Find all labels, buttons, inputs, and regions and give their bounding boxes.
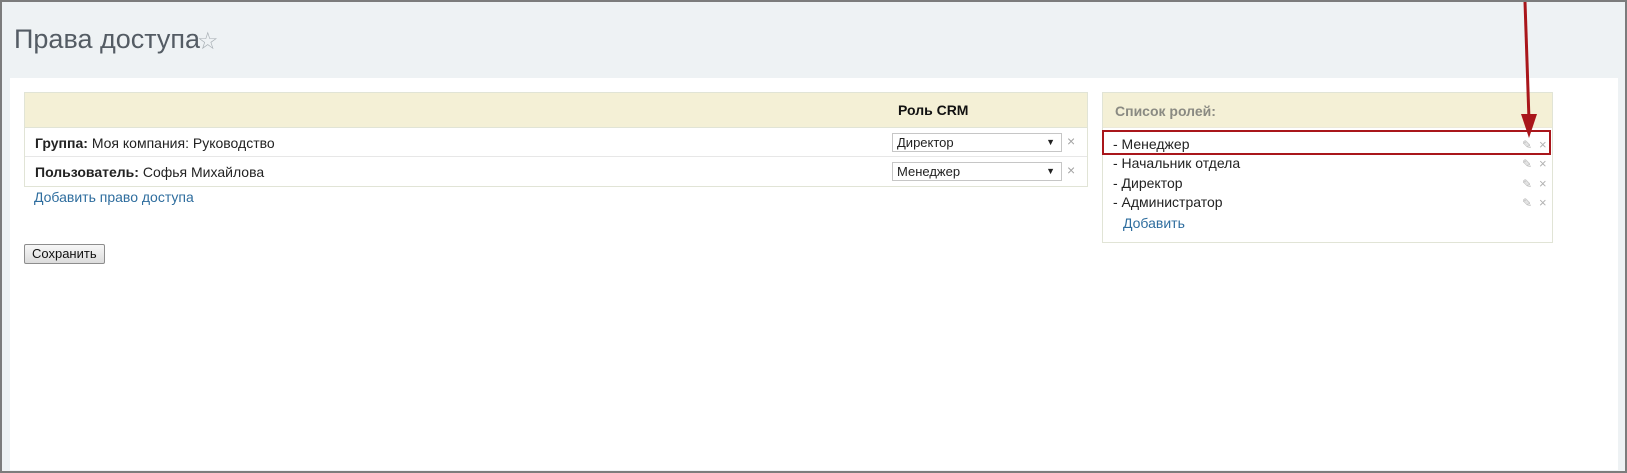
pencil-icon[interactable]: ✎ xyxy=(1522,177,1532,191)
title-bar: Права доступа ☆ xyxy=(2,2,1625,76)
close-icon[interactable]: × xyxy=(1539,156,1547,171)
role-select-value: Директор xyxy=(897,135,954,150)
roles-list-header: Список ролей: xyxy=(1103,93,1552,128)
workarea: Роль CRM Группа: Моя компания: Руководст… xyxy=(10,78,1618,470)
access-subject: Пользователь: Софья Михайлова xyxy=(35,164,264,180)
role-name: - Администратор xyxy=(1113,194,1223,210)
remove-icon[interactable]: × xyxy=(1067,162,1075,178)
close-icon[interactable]: × xyxy=(1539,195,1547,210)
access-rights-header: Роль CRM xyxy=(25,93,1087,128)
subject-name: Софья Михайлова xyxy=(142,164,265,180)
add-access-right-link[interactable]: Добавить право доступа xyxy=(34,189,194,205)
dropdown-arrow-icon: ▼ xyxy=(1046,137,1055,147)
window-frame: Права доступа ☆ Роль CRM Группа: Моя ком… xyxy=(0,0,1627,473)
roles-list-title: Список ролей: xyxy=(1115,103,1216,119)
subject-type: Пользователь: xyxy=(35,164,139,180)
save-button[interactable]: Сохранить xyxy=(24,244,105,264)
roles-list-panel: Список ролей: - Менеджер ✎ × - Начальник… xyxy=(1102,92,1553,243)
list-item-role: - Директор ✎ × xyxy=(1103,174,1554,194)
pencil-icon[interactable]: ✎ xyxy=(1522,157,1532,171)
list-item-role: - Администратор ✎ × xyxy=(1103,193,1554,213)
subject-name: Моя компания: Руководство xyxy=(91,135,275,151)
role-select[interactable]: Менеджер ▼ xyxy=(892,162,1062,181)
access-rights-table: Роль CRM Группа: Моя компания: Руководст… xyxy=(24,92,1088,187)
pointer-arrow-annotation-icon xyxy=(1521,2,1537,138)
pencil-icon[interactable]: ✎ xyxy=(1522,196,1532,210)
role-column-header: Роль CRM xyxy=(898,102,969,118)
table-row: Пользователь: Софья Михайлова Менеджер ▼… xyxy=(25,157,1087,186)
close-icon[interactable]: × xyxy=(1539,176,1547,191)
role-name: - Начальник отдела xyxy=(1113,155,1241,171)
list-item-role: - Начальник отдела ✎ × xyxy=(1103,154,1554,174)
page-title: Права доступа xyxy=(14,24,201,54)
highlight-annotation-box xyxy=(1102,130,1551,155)
access-subject: Группа: Моя компания: Руководство xyxy=(35,135,275,151)
table-row: Группа: Моя компания: Руководство Директ… xyxy=(25,128,1087,157)
favorite-star-icon[interactable]: ☆ xyxy=(197,27,219,56)
role-select-value: Менеджер xyxy=(897,164,961,179)
role-select[interactable]: Директор ▼ xyxy=(892,133,1062,152)
subject-type: Группа: xyxy=(35,135,88,151)
remove-icon[interactable]: × xyxy=(1067,133,1075,149)
dropdown-arrow-icon: ▼ xyxy=(1046,166,1055,176)
role-name: - Директор xyxy=(1113,175,1183,191)
add-role-link[interactable]: Добавить xyxy=(1123,215,1185,231)
